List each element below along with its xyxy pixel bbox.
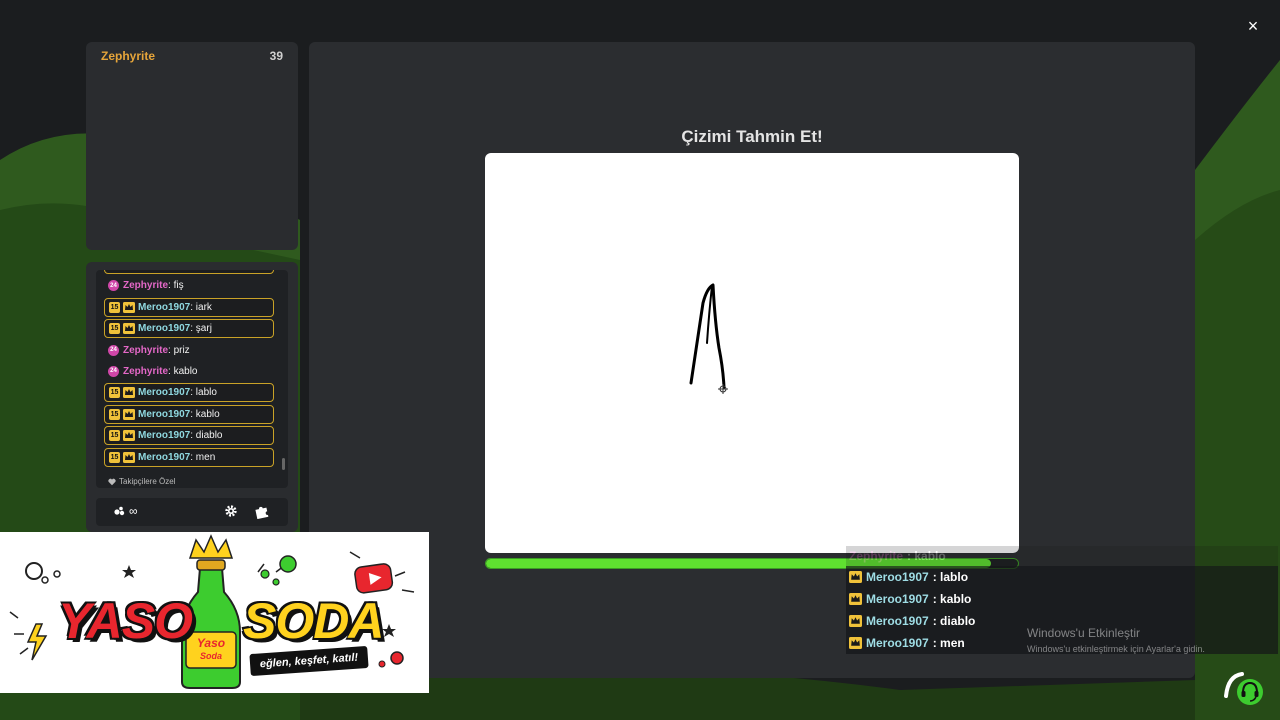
- chat-username[interactable]: Meroo1907: [138, 409, 190, 420]
- banner-brand-right: SODA: [243, 593, 384, 649]
- level-badge: 15: [109, 301, 120, 313]
- headset-support-icon[interactable]: [1222, 668, 1268, 708]
- level-badge: 15: [109, 451, 120, 463]
- level-badge: 15: [109, 323, 120, 335]
- chat-message: 24 Zephyrite: priz: [104, 341, 274, 360]
- star-icon: [122, 565, 136, 578]
- overlay-text: : kablo: [907, 549, 946, 563]
- chat-footer: ∞: [96, 498, 288, 526]
- chat-list: 24 Zephyrite: fiş 15 Meroo1907: iark 15 Meroo…: [104, 270, 274, 469]
- chat-panel: 24 Zephyrite: fiş 15 Meroo1907: iark 15 Meroo…: [86, 262, 298, 532]
- chat-message: 15 Meroo1907: şarj: [104, 319, 274, 339]
- streamer-badge: 24: [108, 344, 119, 356]
- youtube-icon: [354, 563, 394, 594]
- overlay-username: Meroo1907: [866, 592, 929, 606]
- crown-icon: [123, 408, 135, 420]
- overlay-username: Meroo1907: [866, 570, 929, 584]
- chat-message: 15 Meroo1907: kablo: [104, 404, 274, 424]
- chat-message: 15 Meroo1907: lablo: [104, 383, 274, 403]
- chat-message: 15 Meroo1907: iark: [104, 297, 274, 317]
- star-icon: [382, 624, 396, 637]
- chat-message: 24 Zephyrite: kablo: [104, 362, 274, 381]
- chat-username[interactable]: Zephyrite: [123, 280, 168, 291]
- lightning-icon: [26, 623, 48, 661]
- coin-count: ∞: [129, 504, 138, 518]
- crown-icon: [123, 323, 135, 335]
- chat-message: 24 Zephyrite: fiş: [104, 276, 274, 295]
- cursor-crosshair-icon: [718, 384, 728, 394]
- windows-activation-watermark: Windows'u Etkinleştir Windows'u etkinleş…: [1027, 626, 1205, 654]
- chat-text: : iark: [190, 301, 212, 313]
- crown-icon: [849, 571, 862, 583]
- chat-username[interactable]: Meroo1907: [138, 323, 190, 334]
- chat-text: : lablo: [190, 387, 217, 399]
- chat-text: : kablo: [190, 408, 220, 420]
- heart-icon: [108, 478, 116, 485]
- coin-balance[interactable]: ∞: [114, 504, 138, 518]
- overlay-text: : men: [932, 636, 965, 650]
- player-name: Zephyrite: [101, 49, 156, 63]
- chat-username[interactable]: Meroo1907: [138, 302, 190, 313]
- overlay-username: Meroo1907: [866, 636, 929, 650]
- coin-icon: [114, 506, 125, 516]
- crown-icon: [849, 615, 862, 627]
- chat-scrollbar[interactable]: [282, 458, 285, 470]
- banner-brand-left: YASO: [58, 593, 193, 649]
- gear-icon[interactable]: [224, 504, 238, 518]
- level-badge: 15: [109, 408, 120, 420]
- overlay-text: : lablo: [932, 570, 969, 584]
- bottle-label-bottom: Soda: [199, 651, 222, 661]
- chat-text: : kablo: [168, 365, 198, 377]
- chat-row-partial: [104, 270, 274, 274]
- drawing: [689, 283, 728, 394]
- crown-icon: [849, 637, 862, 649]
- game-title: Çizimi Tahmin Et!: [681, 127, 823, 146]
- close-icon: ×: [1247, 16, 1259, 36]
- puzzle-icon[interactable]: [254, 504, 269, 519]
- close-button[interactable]: ×: [1243, 16, 1263, 36]
- overlay-username: Zephyrite: [849, 549, 904, 563]
- player-score: 39: [269, 49, 283, 63]
- chat-text: : diablo: [190, 430, 223, 442]
- overlay-chat-message: Meroo1907: kablo: [846, 588, 1278, 610]
- crown-icon: [123, 387, 135, 399]
- level-badge: 15: [109, 430, 120, 442]
- drawing-canvas[interactable]: [485, 153, 1019, 553]
- overlay-chat-message: Zephyrite: kablo: [846, 546, 1278, 566]
- chat-message: 15 Meroo1907: men: [104, 447, 274, 467]
- overlay-text: : kablo: [932, 592, 972, 606]
- chat-text: : fiş: [168, 280, 184, 292]
- chat-username[interactable]: Meroo1907: [138, 387, 190, 398]
- chat-text: : şarj: [190, 323, 212, 335]
- crown-icon: [123, 451, 135, 463]
- chat-messages[interactable]: 24 Zephyrite: fiş 15 Meroo1907: iark 15 Meroo…: [96, 270, 288, 488]
- chat-username[interactable]: Meroo1907: [138, 452, 190, 463]
- chat-text: : men: [190, 451, 216, 463]
- crown-icon: [123, 301, 135, 313]
- overlay-chat-message: Meroo1907: lablo: [846, 566, 1278, 588]
- overlay-username: Meroo1907: [866, 614, 929, 628]
- followers-only-label: Takipçilere Özel: [108, 477, 175, 486]
- player-panel: Zephyrite 39: [86, 42, 298, 250]
- chat-username[interactable]: Zephyrite: [123, 366, 168, 377]
- streamer-badge: 24: [108, 280, 119, 292]
- chat-username[interactable]: Meroo1907: [138, 430, 190, 441]
- level-badge: 15: [109, 387, 120, 399]
- crown-icon: [123, 430, 135, 442]
- chat-username[interactable]: Zephyrite: [123, 345, 168, 356]
- streamer-badge: 24: [108, 365, 119, 377]
- chat-text: : priz: [168, 344, 190, 356]
- overlay-text: : diablo: [932, 614, 976, 628]
- bottle-label-top: Yaso: [196, 636, 226, 650]
- chat-message: 15 Meroo1907: diablo: [104, 426, 274, 446]
- crown-icon: [849, 593, 862, 605]
